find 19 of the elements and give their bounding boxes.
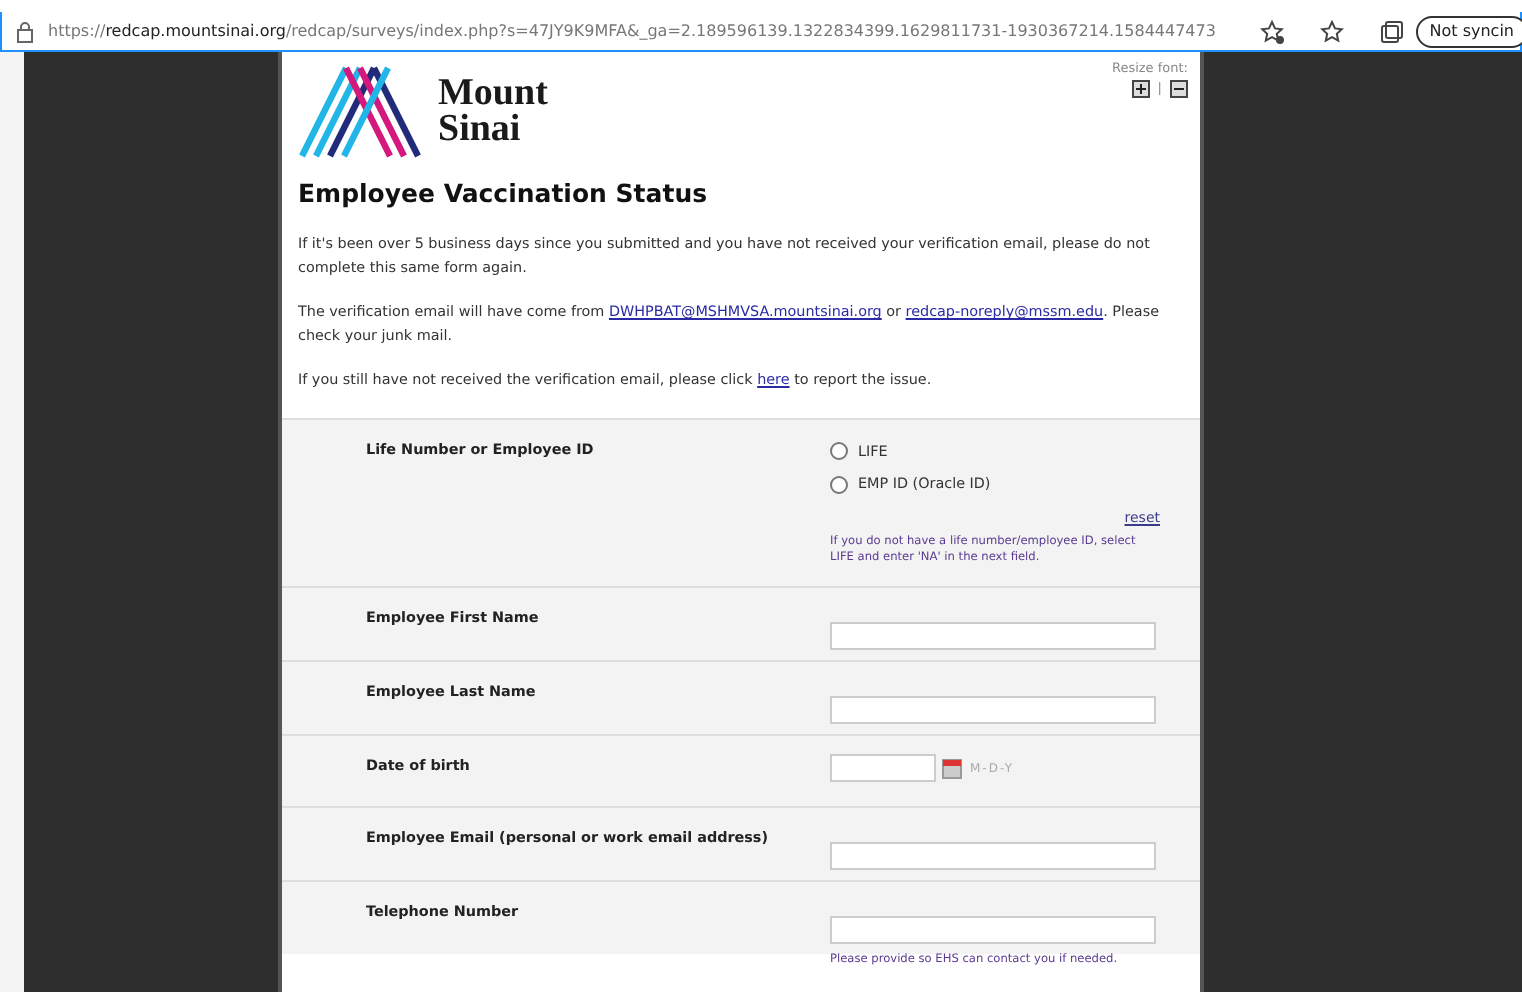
sync-button[interactable]: Not syncin [1415,15,1522,47]
address-field[interactable]: https://redcap.mountsinai.org/redcap/surveys/index.php?s=47JY9K9MFA&_ga=2.189596139.1322834399.1629811731-1930367214.1584447473 [48,19,1224,43]
logo-text: Mount [438,75,548,112]
collections-icon[interactable] [1379,19,1404,43]
input-field[interactable] [830,695,1156,724]
input-field[interactable] [830,621,1156,650]
input-field[interactable] [830,841,1156,870]
date-field[interactable] [830,754,936,783]
favorites-icon[interactable] [1319,19,1344,43]
favorite-add-icon[interactable] [1259,19,1284,43]
input-field[interactable] [830,915,1156,944]
radio-button[interactable] [830,476,848,495]
logo-text: Sinai [438,112,523,149]
calendar-icon[interactable] [942,757,962,780]
zoom-in-icon[interactable] [1131,80,1150,99]
page-title: Employee Vaccination Status [296,176,710,212]
lock-icon [14,19,36,43]
zoom-out-icon[interactable] [1170,80,1188,99]
radio-button[interactable] [830,442,848,461]
